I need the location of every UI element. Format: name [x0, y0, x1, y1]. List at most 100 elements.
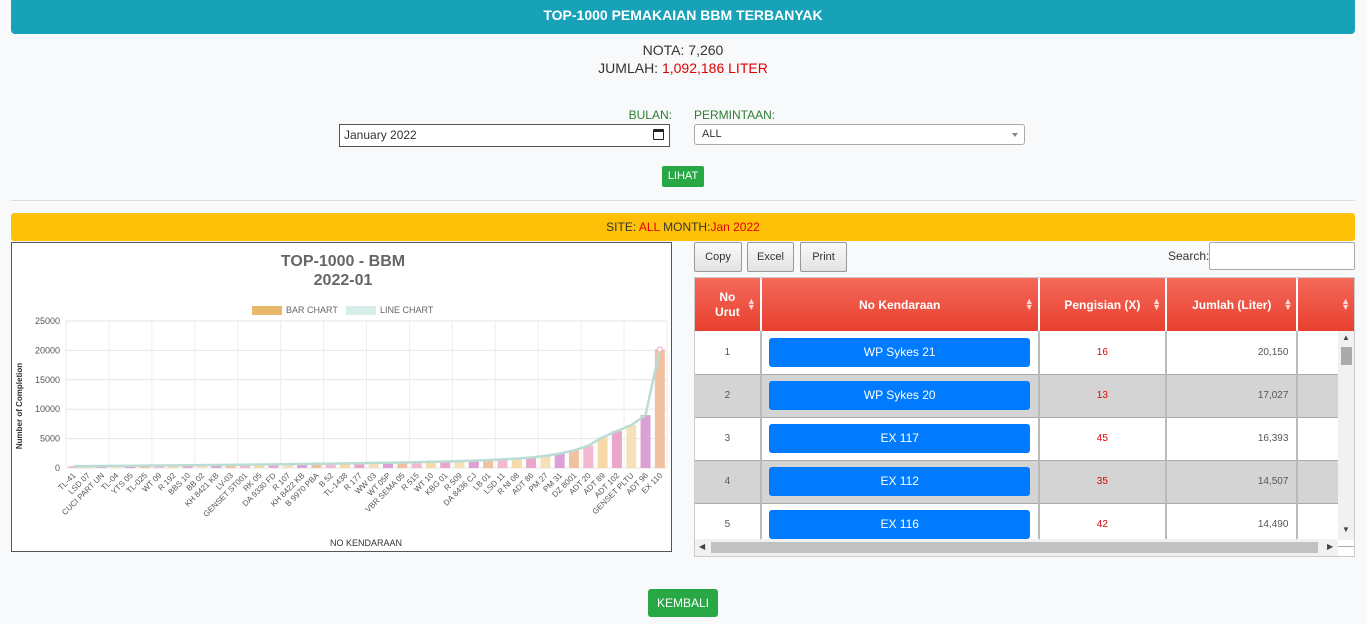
x-axis-label: NO KENDARAAN — [330, 538, 402, 548]
print-button[interactable]: Print — [800, 242, 847, 272]
bar — [540, 455, 551, 468]
legend-label-line: LINE CHART — [380, 305, 434, 315]
vehicle-button[interactable]: WP Sykes 20 — [769, 381, 1031, 410]
bar — [626, 425, 637, 468]
page-header: TOP-1000 PEMAKAIAN BBM TERBANYAK — [11, 0, 1355, 34]
y-tick-label: 5000 — [40, 434, 60, 444]
cell-no: 4 — [695, 460, 762, 504]
chart-subtitle: 2022-01 — [314, 272, 373, 289]
chart-title: TOP-1000 - BBM — [281, 253, 405, 270]
bar — [526, 457, 537, 468]
vertical-scrollbar[interactable]: ▲ ▼ — [1338, 331, 1354, 540]
permintaan-select[interactable]: ALL — [694, 124, 1025, 145]
month-label: MONTH: — [663, 220, 711, 234]
month-input-value: January 2022 — [344, 128, 417, 142]
nota-label: NOTA: — [642, 42, 685, 58]
copy-button[interactable]: Copy — [694, 242, 742, 272]
nota-value: 7,260 — [688, 42, 724, 58]
sort-icon: ▲ ▼ — [1341, 296, 1350, 312]
vertical-scroll-thumb[interactable] — [1341, 347, 1352, 365]
cell-pengisian: 45 — [1038, 417, 1168, 461]
scroll-right-icon[interactable]: ▶ — [1327, 542, 1333, 551]
chevron-down-icon — [1012, 133, 1018, 137]
cell-jumlah: 14,507 — [1166, 460, 1299, 504]
site-month-bar: SITE: ALL MONTH:Jan 2022 — [11, 213, 1355, 241]
y-axis-label: Number of Completion — [15, 363, 24, 449]
bar — [583, 445, 594, 468]
cell-jumlah: 16,393 — [1166, 417, 1299, 461]
bar — [597, 437, 608, 468]
sort-icon: ▲ ▼ — [1283, 296, 1293, 312]
col-header-no-kendaraan[interactable]: No Kendaraan ▲ ▼ — [760, 278, 1040, 331]
chart-canvas: TOP-1000 - BBM 2022-01 BAR CHART LINE CH… — [15, 253, 668, 548]
col-header-jumlah[interactable]: Jumlah (Liter) ▲ ▼ — [1166, 278, 1299, 331]
scroll-up-icon[interactable]: ▲ — [1342, 333, 1350, 342]
vehicle-button[interactable]: WP Sykes 21 — [769, 337, 1031, 367]
cell-no: 2 — [695, 374, 762, 418]
col-header-extra[interactable]: ▲ ▼ — [1297, 278, 1354, 331]
jumlah-line: JUMLAH: 1,092,186 LITER — [0, 59, 1366, 77]
horizontal-scrollbar[interactable]: ◀ ▶ — [695, 539, 1338, 556]
site-value: ALL — [638, 220, 660, 234]
vehicle-button[interactable]: EX 112 — [769, 467, 1031, 496]
cell-jumlah: 20,150 — [1166, 331, 1299, 375]
bar — [568, 450, 579, 468]
cell-pengisian: 16 — [1038, 331, 1168, 375]
cell-pengisian: 35 — [1038, 460, 1168, 504]
col-header-pengisian[interactable]: Pengisian (X) ▲ ▼ — [1038, 278, 1168, 331]
excel-button[interactable]: Excel — [747, 242, 794, 272]
search-label: Search: — [1168, 249, 1210, 263]
bar — [611, 430, 622, 468]
y-tick-label: 0 — [55, 463, 60, 473]
page-title: TOP-1000 PEMAKAIAN BBM TERBANYAK — [543, 7, 823, 23]
data-table-container: No Urut ▲ ▼ No Kendaraan ▲ ▼ Pengisian (X) ▲ ▼… — [694, 277, 1355, 557]
month-input[interactable]: January 2022 — [339, 124, 670, 147]
search-input[interactable] — [1209, 242, 1355, 270]
month-value: Jan 2022 — [710, 220, 760, 234]
bar — [554, 453, 565, 468]
bulan-label: BULAN: — [628, 108, 672, 122]
sort-icon: ▲ ▼ — [1024, 296, 1034, 312]
vehicle-button[interactable]: EX 117 — [769, 424, 1031, 453]
vehicle-button[interactable]: EX 116 — [769, 510, 1031, 539]
lihat-button[interactable]: LIHAT — [662, 166, 704, 187]
table-row: 2 WP Sykes 20 13 17,027 — [695, 374, 1354, 418]
y-tick-label: 10000 — [35, 404, 60, 414]
nota-line: NOTA: 7,260 — [0, 41, 1366, 59]
calendar-icon[interactable] — [653, 129, 664, 140]
cell-no: 3 — [695, 417, 762, 461]
col-header-no-urut[interactable]: No Urut ▲ ▼ — [695, 278, 762, 331]
legend-label-bar: BAR CHART — [286, 305, 338, 315]
horizontal-scroll-thumb[interactable] — [711, 542, 1318, 553]
scroll-left-icon[interactable]: ◀ — [699, 542, 705, 551]
cell-vehicle: EX 112 — [760, 460, 1040, 504]
jumlah-value: 1,092,186 LITER — [661, 60, 768, 76]
table-row: 1 WP Sykes 21 16 20,150 — [695, 331, 1354, 375]
kembali-button[interactable]: KEMBALI — [648, 589, 718, 617]
jumlah-label: JUMLAH: — [598, 60, 659, 76]
site-label: SITE: — [606, 220, 637, 234]
legend-swatch-bar — [252, 306, 282, 315]
bar — [640, 415, 651, 468]
divider — [11, 200, 1355, 201]
y-tick-label: 20000 — [35, 345, 60, 355]
permintaan-select-value: ALL — [702, 128, 722, 140]
summary-stats: NOTA: 7,260 JUMLAH: 1,092,186 LITER — [0, 41, 1366, 77]
legend-swatch-line — [346, 306, 376, 315]
bbm-chart: TOP-1000 - BBM 2022-01 BAR CHART LINE CH… — [11, 242, 672, 552]
y-tick-label: 15000 — [35, 375, 60, 385]
cell-jumlah: 17,027 — [1166, 374, 1299, 418]
table-row: 3 EX 117 45 16,393 — [695, 417, 1354, 461]
sort-icon: ▲ ▼ — [746, 296, 756, 312]
line-point — [656, 346, 663, 353]
sort-icon: ▲ ▼ — [1152, 296, 1162, 312]
cell-no: 1 — [695, 331, 762, 375]
data-table: No Urut ▲ ▼ No Kendaraan ▲ ▼ Pengisian (X) ▲ ▼… — [695, 278, 1354, 547]
y-tick-label: 25000 — [35, 316, 60, 326]
cell-vehicle: EX 117 — [760, 417, 1040, 461]
table-row: 4 EX 112 35 14,507 — [695, 460, 1354, 504]
cell-vehicle: WP Sykes 20 — [760, 374, 1040, 418]
permintaan-label: PERMINTAAN: — [694, 108, 776, 122]
cell-pengisian: 13 — [1038, 374, 1168, 418]
scroll-down-icon[interactable]: ▼ — [1342, 525, 1350, 534]
